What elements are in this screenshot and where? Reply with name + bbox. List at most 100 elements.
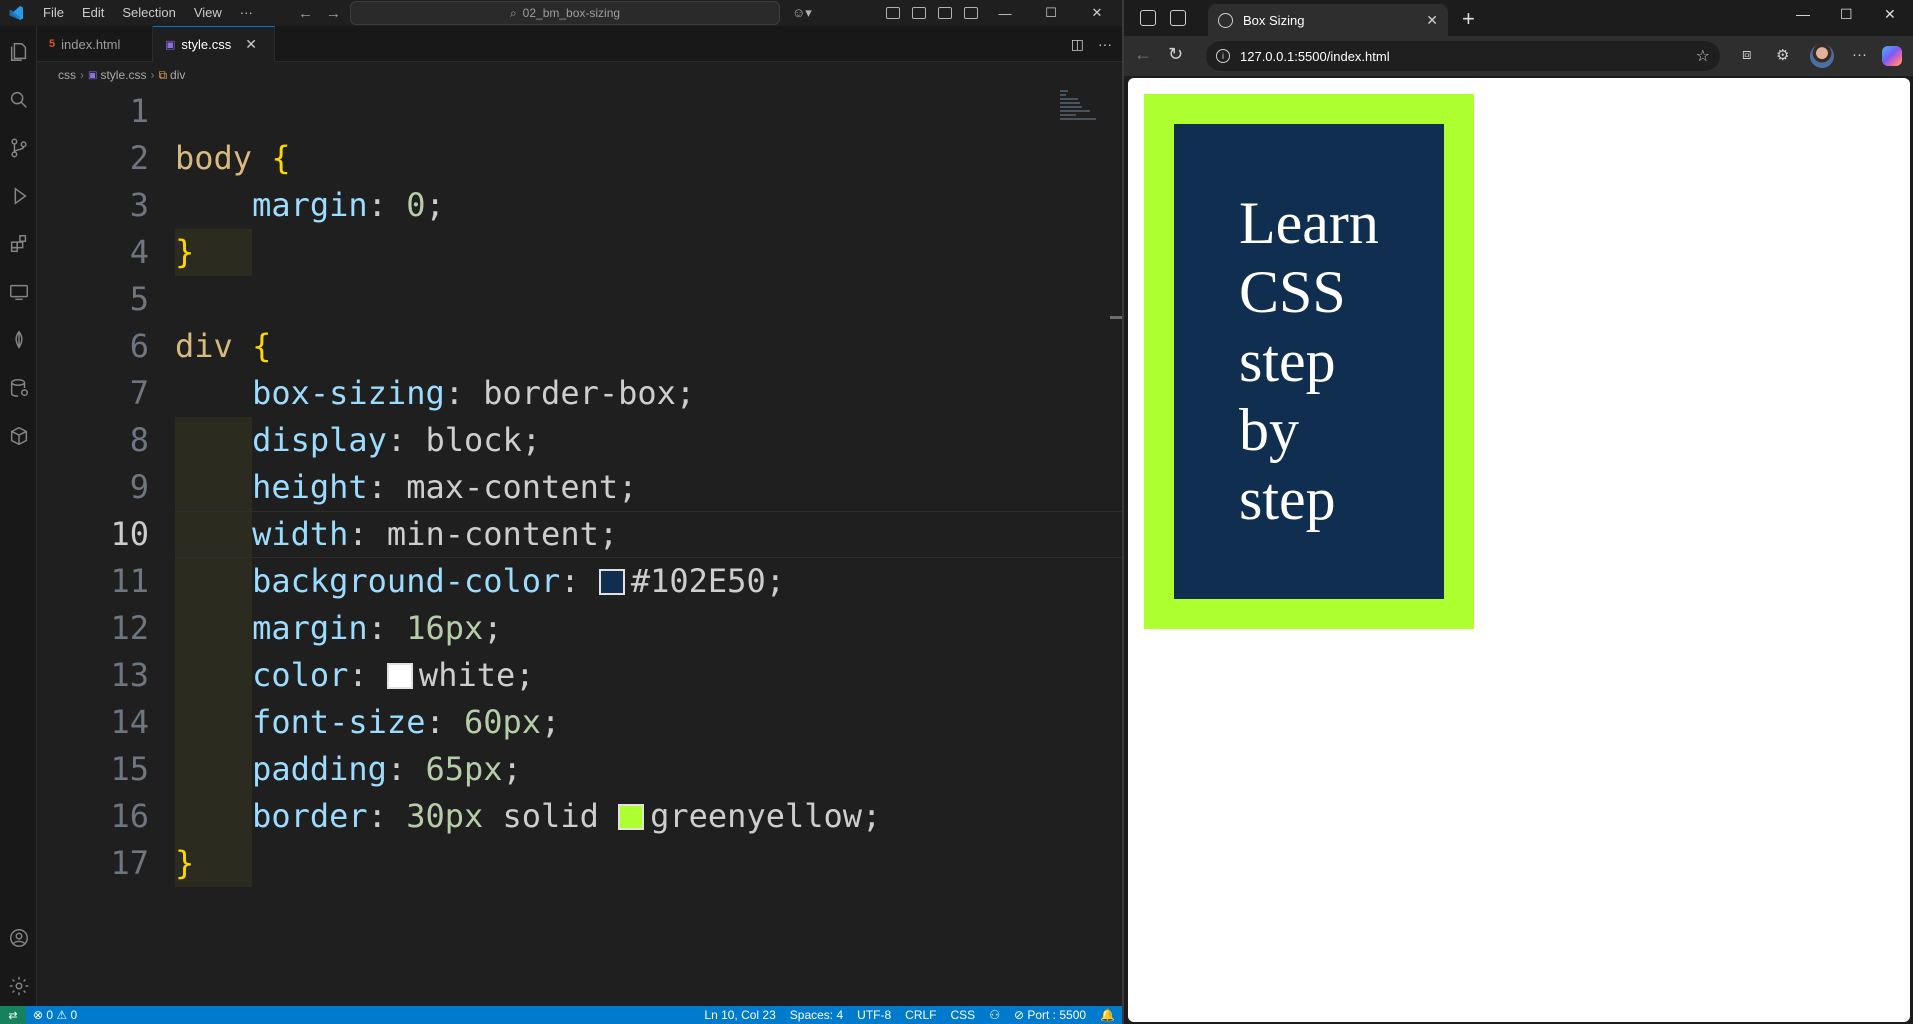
editor-tabs: 5 index.html ▣ style.css ✕ ◫ ··· (37, 26, 1122, 62)
tab-label: index.html (61, 36, 121, 52)
line-number: 15 (110, 750, 149, 788)
chevron-right-icon: › (150, 68, 155, 82)
breadcrumb-file[interactable]: style.css (100, 68, 146, 82)
css-value: 60px (463, 703, 542, 741)
css-property: margin (252, 609, 368, 647)
forward-arrow-icon[interactable]: → (318, 5, 349, 22)
color-swatch-text[interactable] (386, 663, 413, 689)
indentation-status[interactable]: Spaces: 4 (783, 1008, 850, 1022)
close-tab-icon[interactable]: ✕ (1426, 12, 1438, 29)
css-value: white (418, 656, 516, 694)
database-icon[interactable] (7, 376, 31, 400)
css-property: width (252, 515, 349, 553)
explorer-icon[interactable] (7, 40, 31, 64)
accounts-icon[interactable] (7, 926, 31, 950)
browser-tab[interactable]: Box Sizing ✕ (1208, 4, 1448, 36)
more-actions-icon[interactable]: ··· (1098, 36, 1112, 52)
mongodb-leaf-icon[interactable] (7, 328, 31, 352)
code-line: } (175, 229, 194, 276)
browser-toolbar: ← ↻ i 127.0.0.1:5500/index.html ☆ ⧈ ⚙ ··… (1124, 36, 1913, 76)
css-value: #102E50 (630, 562, 766, 600)
code-line: padding: 65px; (252, 750, 522, 788)
extensions-icon[interactable] (7, 232, 31, 256)
code-line: background-color: #102E50; (252, 562, 785, 600)
notifications-bell-icon[interactable]: 🔔 (1093, 1008, 1122, 1022)
close-tab-icon[interactable]: ✕ (245, 36, 257, 53)
screen-cast-icon[interactable]: ⧈ (1742, 46, 1752, 63)
workspaces-icon[interactable] (1140, 10, 1156, 26)
favorite-star-icon[interactable]: ☆ (1696, 46, 1710, 66)
copilot-icon[interactable]: ☺▾ (792, 0, 812, 26)
css-value: border-box (483, 374, 676, 412)
line-number: 13 (110, 656, 149, 694)
site-info-icon[interactable]: i (1216, 49, 1230, 63)
css-value: 65px (425, 750, 503, 788)
demo-text-line: step (1239, 466, 1336, 532)
remote-explorer-icon[interactable] (7, 280, 31, 304)
close-window-icon[interactable]: ✕ (1884, 6, 1896, 23)
symbol-class-icon: ⧉ (158, 67, 168, 82)
css-property: padding (252, 750, 387, 788)
minimap[interactable] (1060, 88, 1110, 128)
more-menu-icon[interactable]: ··· (1852, 46, 1867, 63)
menu-more[interactable]: ··· (231, 0, 262, 26)
cursor-position[interactable]: Ln 10, Col 23 (697, 1008, 782, 1022)
back-icon[interactable]: ← (1134, 44, 1152, 65)
maximize-icon[interactable]: ☐ (1840, 6, 1853, 23)
color-swatch-background[interactable] (598, 569, 625, 595)
back-arrow-icon[interactable]: ← (290, 5, 321, 22)
css-property: border (252, 797, 368, 835)
line-number: 14 (110, 703, 149, 741)
menu-edit[interactable]: Edit (73, 0, 113, 26)
breadcrumb-folder[interactable]: css (58, 68, 76, 82)
code-editor[interactable]: 1 2 body { 3 margin: 0; 4 } 5 6 div { 7 … (37, 88, 1122, 1000)
toggle-panel-icon[interactable] (938, 7, 952, 19)
css-property: font-size (252, 703, 426, 741)
copilot-icon[interactable] (1882, 46, 1902, 66)
run-debug-icon[interactable] (7, 184, 31, 208)
tab-actions-icon[interactable] (1170, 10, 1186, 26)
customize-layout-icon[interactable] (886, 7, 900, 19)
toggle-secondary-sidebar-icon[interactable] (964, 7, 978, 19)
color-swatch-border[interactable] (618, 804, 645, 830)
url-text: 127.0.0.1:5500/index.html (1240, 48, 1390, 64)
css-value: solid (502, 797, 599, 835)
page-viewport: Learn CSS step by step (1128, 78, 1910, 1022)
menu-selection[interactable]: Selection (113, 0, 184, 26)
containers-icon[interactable] (7, 424, 31, 448)
breadcrumb-symbol[interactable]: div (170, 68, 185, 82)
address-bar[interactable]: i 127.0.0.1:5500/index.html ☆ (1206, 41, 1720, 71)
copilot-status-icon[interactable]: ⚇ (982, 1008, 1007, 1022)
minimize-icon[interactable]: — (982, 6, 1028, 21)
code-line: box-sizing: border-box; (252, 374, 696, 412)
search-icon[interactable] (7, 88, 31, 112)
close-window-icon[interactable]: ✕ (1074, 5, 1120, 21)
profile-avatar[interactable] (1810, 44, 1834, 68)
demo-text-line: step (1239, 328, 1336, 394)
tab-index-html[interactable]: 5 index.html (37, 26, 153, 62)
toggle-primary-sidebar-icon[interactable] (912, 7, 926, 19)
live-server-port[interactable]: ⊘ Port : 5500 (1007, 1008, 1093, 1022)
new-tab-icon[interactable]: + (1462, 6, 1475, 32)
remote-indicator-icon[interactable]: ⇄ (0, 1006, 26, 1024)
css-property: display (252, 421, 387, 459)
line-number: 17 (110, 844, 149, 882)
minimize-icon[interactable]: — (1796, 6, 1810, 22)
maximize-icon[interactable]: ☐ (1028, 5, 1074, 21)
refresh-icon[interactable]: ↻ (1168, 44, 1183, 65)
tab-style-css[interactable]: ▣ style.css ✕ (153, 26, 275, 62)
extensions-puzzle-icon[interactable]: ⚙ (1776, 46, 1789, 64)
command-center-search[interactable]: ⌕ 02_bm_box-sizing (350, 1, 780, 25)
source-control-icon[interactable] (7, 136, 31, 160)
eol-status[interactable]: CRLF (898, 1008, 943, 1022)
language-mode[interactable]: CSS (944, 1008, 983, 1022)
menu-file[interactable]: File (34, 0, 73, 26)
css-property: background-color (252, 562, 561, 600)
encoding-status[interactable]: UTF-8 (850, 1008, 898, 1022)
command-center-label: 02_bm_box-sizing (522, 6, 621, 20)
scrollbar-cursor-marker[interactable] (1110, 316, 1122, 319)
split-editor-icon[interactable]: ◫ (1071, 36, 1084, 53)
problems-status[interactable]: ⊗ 0 ⚠ 0 (26, 1008, 84, 1022)
settings-gear-icon[interactable] (7, 974, 31, 998)
menu-view[interactable]: View (185, 0, 231, 26)
